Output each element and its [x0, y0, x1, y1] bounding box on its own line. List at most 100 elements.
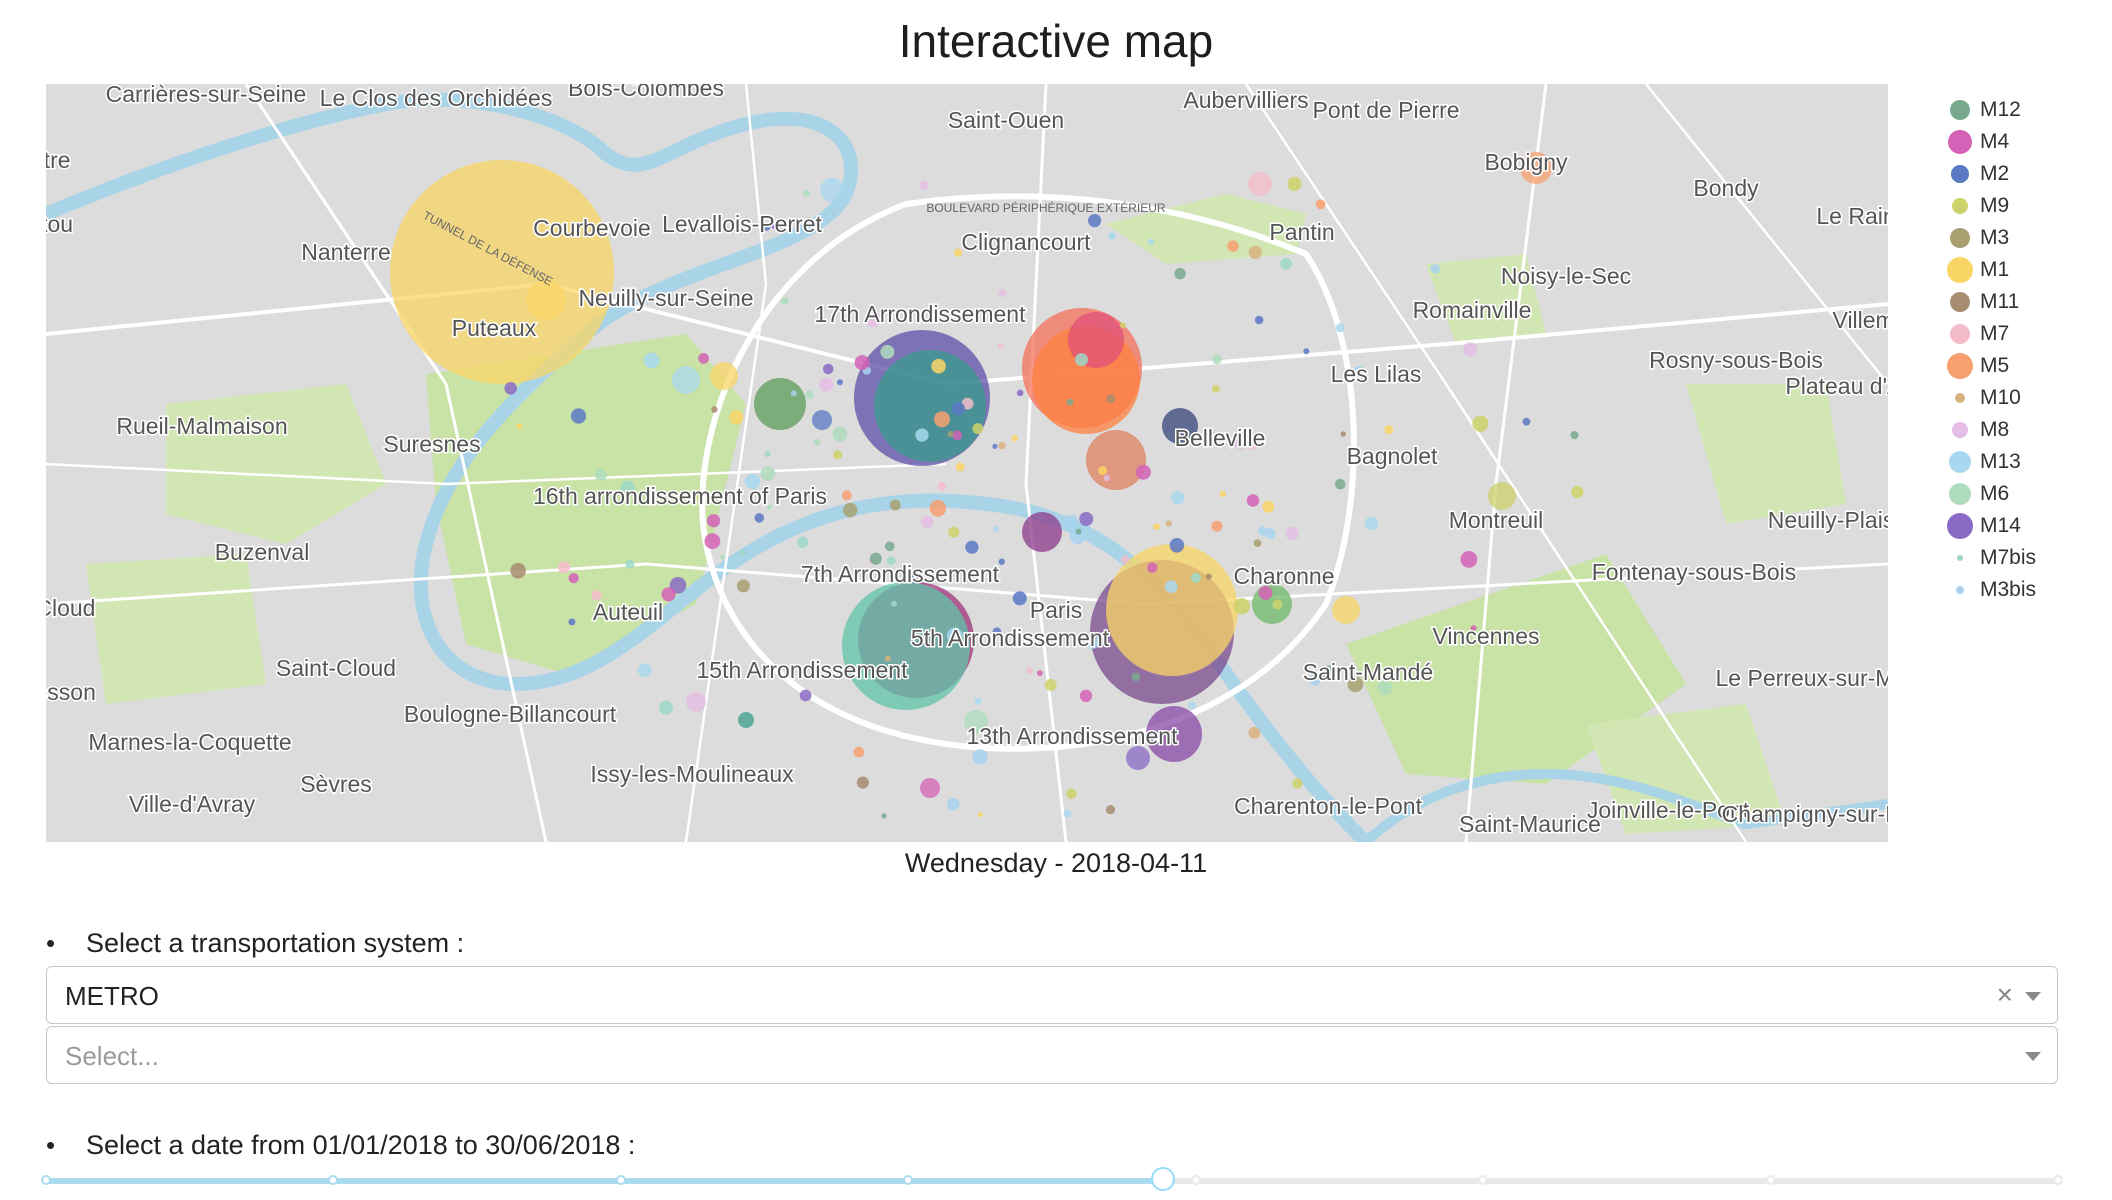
- station-dot[interactable]: [1522, 417, 1531, 426]
- station-dot[interactable]: [799, 689, 812, 702]
- station-dot[interactable]: [1472, 415, 1489, 432]
- station-dot[interactable]: [1571, 485, 1584, 499]
- station-dot[interactable]: [1272, 599, 1283, 610]
- station-dot[interactable]: [1066, 788, 1077, 800]
- station-bubble-m1[interactable]: [390, 160, 614, 384]
- station-dot[interactable]: [1131, 672, 1141, 682]
- station-dot[interactable]: [1292, 778, 1303, 789]
- station-dot[interactable]: [1117, 605, 1123, 612]
- legend-item[interactable]: M3: [1940, 222, 2112, 254]
- station-dot[interactable]: [1246, 494, 1260, 507]
- station-dot[interactable]: [1174, 267, 1186, 280]
- station-dot[interactable]: [1364, 516, 1379, 530]
- station-dot[interactable]: [955, 462, 965, 472]
- station-dot[interactable]: [974, 697, 982, 705]
- legend-item[interactable]: M13: [1940, 446, 2112, 478]
- station-bubble-m1[interactable]: [1106, 544, 1238, 676]
- station-dot[interactable]: [1165, 520, 1172, 527]
- station-dot[interactable]: [594, 469, 607, 482]
- station-dot[interactable]: [841, 490, 852, 501]
- station-dot[interactable]: [843, 502, 858, 518]
- station-dot[interactable]: [1063, 514, 1079, 530]
- legend-item[interactable]: M6: [1940, 478, 2112, 510]
- station-dot[interactable]: [1063, 809, 1072, 818]
- station-dot[interactable]: [1248, 245, 1262, 260]
- station-dot[interactable]: [854, 355, 870, 371]
- legend-item[interactable]: M5: [1940, 350, 2112, 382]
- station-dot[interactable]: [993, 526, 999, 532]
- station-dot[interactable]: [1066, 398, 1074, 406]
- station-dot[interactable]: [781, 297, 789, 305]
- station-dot[interactable]: [1079, 512, 1094, 526]
- station-dot[interactable]: [1135, 464, 1151, 480]
- legend-item[interactable]: M7bis: [1940, 542, 2112, 574]
- station-dot[interactable]: [1037, 670, 1043, 677]
- station-dot[interactable]: [1335, 323, 1345, 333]
- station-dot[interactable]: [1233, 598, 1251, 615]
- station-bubble-m4[interactable]: [1022, 512, 1062, 552]
- station-dot[interactable]: [998, 289, 1007, 298]
- station-dot[interactable]: [764, 450, 771, 458]
- station-dot[interactable]: [1340, 431, 1347, 437]
- legend-item[interactable]: M7: [1940, 318, 2112, 350]
- station-dot[interactable]: [1227, 240, 1239, 252]
- chevron-down-icon[interactable]: [2025, 992, 2041, 1001]
- station-dot[interactable]: [1463, 342, 1478, 357]
- legend-item[interactable]: M3bis: [1940, 574, 2112, 606]
- station-dot[interactable]: [570, 408, 587, 424]
- station-dot[interactable]: [951, 401, 965, 416]
- station-dot[interactable]: [915, 428, 929, 442]
- station-dot[interactable]: [754, 513, 765, 523]
- station-dot[interactable]: [1075, 353, 1088, 367]
- station-dot[interactable]: [637, 663, 652, 677]
- station-dot[interactable]: [837, 379, 843, 386]
- station-dot[interactable]: [921, 516, 934, 528]
- station-dot[interactable]: [1258, 526, 1268, 536]
- station-dot[interactable]: [1205, 573, 1212, 580]
- station-dot[interactable]: [720, 554, 726, 560]
- station-dot[interactable]: [1280, 257, 1292, 270]
- station-dot[interactable]: [1190, 572, 1201, 583]
- station-dot[interactable]: [661, 587, 676, 602]
- transport-system-dropdown[interactable]: METRO ×: [46, 966, 2058, 1024]
- clear-icon[interactable]: ×: [1997, 979, 2013, 1011]
- station-dot[interactable]: [707, 514, 721, 528]
- slider-handle[interactable]: [1150, 1167, 1175, 1191]
- legend-item[interactable]: M1: [1940, 254, 2112, 286]
- station-dot[interactable]: [881, 813, 887, 819]
- station-bubble-m14[interactable]: [1126, 746, 1150, 770]
- station-dot[interactable]: [1169, 538, 1185, 553]
- station-dot[interactable]: [1253, 539, 1262, 547]
- station-dot[interactable]: [885, 541, 895, 552]
- station-dot[interactable]: [516, 423, 523, 430]
- station-dot[interactable]: [568, 618, 576, 626]
- station-dot[interactable]: [1285, 526, 1299, 541]
- station-dot[interactable]: [1164, 580, 1178, 593]
- station-dot[interactable]: [1106, 394, 1116, 404]
- station-dot[interactable]: [1011, 435, 1018, 442]
- station-dot[interactable]: [1335, 478, 1346, 490]
- station-dot[interactable]: [1075, 528, 1082, 535]
- station-dot[interactable]: [998, 441, 1006, 450]
- station-dot[interactable]: [972, 749, 988, 765]
- station-dot[interactable]: [952, 430, 963, 441]
- station-dot[interactable]: [965, 540, 979, 554]
- station-dot[interactable]: [568, 573, 579, 584]
- station-dot[interactable]: [1098, 466, 1107, 475]
- date-slider[interactable]: [41, 1166, 2063, 1196]
- station-dot[interactable]: [1430, 264, 1441, 274]
- station-bubble-m11[interactable]: [1086, 430, 1146, 490]
- station-dot[interactable]: [1315, 199, 1326, 210]
- station-dot[interactable]: [946, 798, 960, 811]
- slider-mark[interactable]: [615, 1175, 626, 1185]
- station-dot[interactable]: [919, 180, 929, 190]
- station-dot[interactable]: [1079, 689, 1093, 703]
- station-dot[interactable]: [819, 377, 834, 392]
- station-dot[interactable]: [889, 499, 901, 511]
- station-dot[interactable]: [1105, 805, 1116, 815]
- station-dot[interactable]: [739, 549, 746, 556]
- legend-item[interactable]: M12: [1940, 94, 2112, 126]
- station-bubble-m4[interactable]: [920, 778, 940, 798]
- station-dot[interactable]: [1153, 523, 1160, 530]
- station-dot[interactable]: [558, 561, 571, 574]
